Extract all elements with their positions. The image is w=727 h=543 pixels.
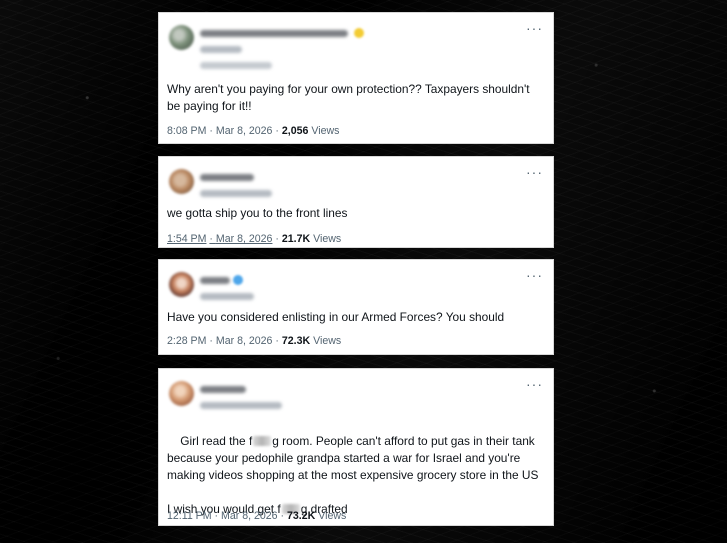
tweet-meta: 1:54 PM · Mar 8, 2026 · 21.7K Views	[167, 233, 341, 245]
tweet-meta: 12:11 PM · Mar 8, 2026 · 73.2K Views	[167, 510, 346, 522]
more-options-icon[interactable]: ···	[526, 165, 543, 179]
blurred-handle[interactable]	[200, 46, 242, 53]
tweet-time[interactable]: 12:11 PM	[167, 510, 212, 522]
blurred-handle[interactable]	[200, 190, 272, 197]
tweet-text: we gotta ship you to the front lines	[167, 206, 348, 220]
views-count: 2,056	[281, 125, 309, 137]
verified-badge-icon	[354, 28, 364, 38]
blurred-subtext	[200, 62, 272, 69]
avatar[interactable]	[169, 169, 194, 194]
more-options-icon[interactable]: ···	[526, 21, 543, 35]
tweet-date[interactable]: Mar 8, 2026	[216, 233, 273, 245]
tweet-time[interactable]: 1:54 PM	[167, 233, 206, 245]
more-options-icon[interactable]: ···	[526, 377, 543, 391]
tweet-meta: 8:08 PM · Mar 8, 2026 · 2,056 Views	[167, 125, 339, 137]
blurred-handle[interactable]	[200, 402, 282, 409]
views-count: 72.3K	[281, 335, 311, 347]
tweet-text: Have you considered enlisting in our Arm…	[167, 310, 505, 324]
tweet-card[interactable]: ··· Girl read the fg room. People can't …	[158, 368, 554, 526]
views-label: Views	[313, 233, 342, 245]
blurred-display-name[interactable]	[200, 30, 348, 37]
verified-badge-icon	[233, 275, 243, 285]
avatar[interactable]	[169, 25, 194, 50]
tweet-text: Why aren't you paying for your own prote…	[167, 82, 533, 113]
tweet-date[interactable]: Mar 8, 2026	[216, 335, 273, 347]
avatar[interactable]	[169, 272, 194, 297]
tweet-time[interactable]: 2:28 PM	[167, 335, 206, 347]
views-count: 73.2K	[286, 510, 316, 522]
blurred-user-meta	[200, 27, 390, 79]
views-label: Views	[311, 125, 340, 137]
tweet-date[interactable]: Mar 8, 2026	[221, 510, 278, 522]
avatar[interactable]	[169, 381, 194, 406]
views-label: Views	[318, 510, 347, 522]
blurred-handle[interactable]	[200, 293, 254, 300]
tweet-card[interactable]: ··· Have you considered enlisting in our…	[158, 259, 554, 355]
views-label: Views	[313, 335, 342, 347]
views-count: 21.7K	[281, 233, 311, 245]
tweet-card[interactable]: ··· Why aren't you paying for your own p…	[158, 12, 554, 144]
blurred-display-name[interactable]	[200, 277, 230, 284]
tweet-card[interactable]: ··· we gotta ship you to the front lines…	[158, 156, 554, 248]
censor-blur	[253, 436, 272, 446]
blurred-display-name[interactable]	[200, 386, 246, 393]
tweet-time[interactable]: 8:08 PM	[167, 125, 206, 137]
tweet-meta: 2:28 PM · Mar 8, 2026 · 72.3K Views	[167, 335, 341, 347]
tweet-text-part: Girl read the f	[180, 434, 253, 448]
tweet-date[interactable]: Mar 8, 2026	[216, 125, 273, 137]
more-options-icon[interactable]: ···	[526, 268, 543, 282]
blurred-display-name[interactable]	[200, 174, 254, 181]
